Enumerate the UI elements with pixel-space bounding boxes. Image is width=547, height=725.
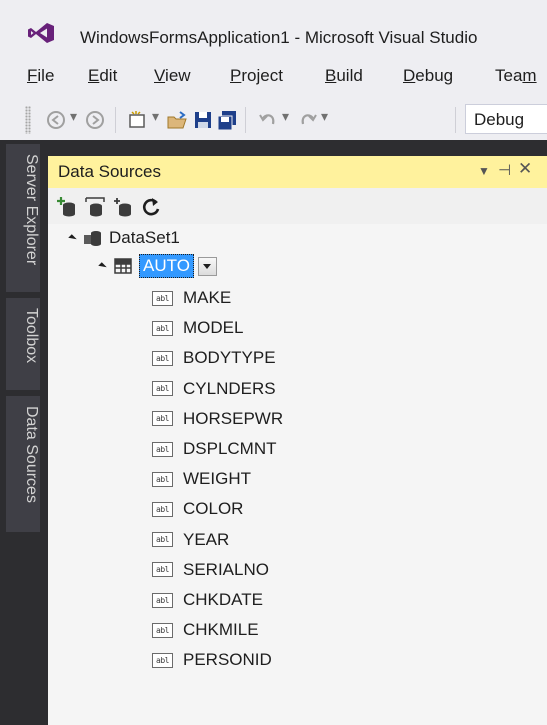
pin-icon[interactable]: ⊣ bbox=[498, 161, 511, 179]
open-file-icon[interactable] bbox=[166, 109, 188, 131]
field-label: MODEL bbox=[183, 318, 244, 338]
tree-node-table[interactable]: AUTO bbox=[98, 252, 217, 280]
field-label: DSPLCMNT bbox=[183, 439, 277, 458]
textbox-field-icon: abl bbox=[152, 501, 173, 517]
data-sources-header: Data Sources ▼ ⊣ ✕ bbox=[48, 156, 547, 188]
window-title: WindowsFormsApplication1 - Microsoft Vis… bbox=[80, 28, 478, 47]
field-label: PERSONID bbox=[183, 650, 272, 670]
save-all-icon[interactable] bbox=[216, 109, 238, 131]
forward-icon[interactable] bbox=[84, 109, 106, 131]
new-project-dropdown-icon[interactable]: ▾ bbox=[152, 108, 159, 125]
field-label: YEAR bbox=[183, 529, 230, 549]
table-label[interactable]: AUTO bbox=[139, 254, 194, 278]
menu-edit[interactable]: Edit bbox=[88, 66, 117, 86]
refresh-icon[interactable] bbox=[140, 196, 162, 218]
field-label: HORSEPWR bbox=[183, 408, 284, 428]
redo-icon[interactable] bbox=[297, 109, 319, 131]
collapse-arrow-icon[interactable] bbox=[68, 233, 77, 243]
menu-bar: File Edit View Project Build Debug Team bbox=[0, 58, 547, 100]
textbox-field-icon: abl bbox=[152, 350, 173, 366]
field-label: CHKMILE bbox=[183, 620, 259, 640]
field-label: BODYTYPE bbox=[183, 348, 276, 368]
tab-server-explorer[interactable]: Server Explorer bbox=[6, 144, 40, 292]
tree-field-item[interactable]: abl CHKMILE bbox=[152, 616, 259, 644]
toolbar-separator bbox=[455, 107, 456, 133]
add-new-data-source-icon[interactable] bbox=[56, 196, 78, 218]
tree-field-item[interactable]: abl HORSEPWR bbox=[152, 405, 283, 433]
tree-node-dataset[interactable]: DataSet1 bbox=[68, 224, 180, 252]
tree-field-item[interactable]: abl MAKE bbox=[152, 284, 231, 312]
data-sources-window: Data Sources ▼ ⊣ ✕ DataSet1 AUTO abl MAK… bbox=[48, 140, 547, 725]
title-bar: WindowsFormsApplication1 - Microsoft Vis… bbox=[0, 0, 547, 58]
textbox-field-icon: abl bbox=[152, 411, 173, 427]
field-label: COLOR bbox=[183, 499, 244, 519]
tree-field-item[interactable]: abl CHKDATE bbox=[152, 586, 263, 614]
edit-dataset-designer-icon[interactable] bbox=[84, 196, 106, 218]
collapse-arrow-icon[interactable] bbox=[98, 261, 107, 271]
redo-dropdown-icon[interactable]: ▾ bbox=[321, 108, 328, 125]
visual-studio-logo-icon bbox=[28, 23, 54, 43]
textbox-field-icon: abl bbox=[152, 471, 173, 487]
back-dropdown-icon[interactable]: ▾ bbox=[70, 108, 77, 125]
menu-team[interactable]: Team bbox=[495, 66, 537, 86]
textbox-field-icon: abl bbox=[152, 441, 173, 457]
textbox-field-icon: abl bbox=[152, 592, 173, 608]
textbox-field-icon: abl bbox=[152, 622, 173, 638]
new-project-icon[interactable] bbox=[126, 109, 148, 131]
field-label: SERIALNO bbox=[183, 559, 269, 579]
menu-file[interactable]: File bbox=[27, 66, 54, 86]
save-icon[interactable] bbox=[192, 109, 214, 131]
configure-dataset-icon[interactable] bbox=[112, 196, 134, 218]
tree-field-item[interactable]: abl COLOR bbox=[152, 495, 243, 523]
undo-dropdown-icon[interactable]: ▾ bbox=[282, 108, 289, 125]
back-icon[interactable] bbox=[45, 109, 67, 131]
textbox-field-icon: abl bbox=[152, 562, 173, 578]
textbox-field-icon: abl bbox=[152, 652, 173, 668]
textbox-field-icon: abl bbox=[152, 320, 173, 336]
field-label: WEIGHT bbox=[183, 469, 251, 489]
tab-data-sources[interactable]: Data Sources bbox=[6, 396, 40, 532]
toolbar-grip[interactable] bbox=[25, 106, 31, 134]
tab-toolbox[interactable]: Toolbox bbox=[6, 298, 40, 390]
field-label: CYLNDERS bbox=[183, 378, 276, 398]
tree-field-item[interactable]: abl BODYTYPE bbox=[152, 344, 276, 372]
tree-field-item[interactable]: abl CYLNDERS bbox=[152, 375, 276, 403]
chevron-down-icon[interactable] bbox=[197, 256, 217, 276]
dataset-icon bbox=[84, 231, 101, 246]
textbox-field-icon: abl bbox=[152, 381, 173, 397]
left-dock-strip: Server Explorer Toolbox Data Sources bbox=[0, 140, 48, 725]
tree-field-item[interactable]: abl PERSONID bbox=[152, 646, 272, 674]
tree-field-item[interactable]: abl MODEL bbox=[152, 314, 243, 342]
datagridview-icon bbox=[114, 258, 132, 274]
dataset-label: DataSet1 bbox=[109, 228, 180, 247]
tree-field-item[interactable]: abl SERIALNO bbox=[152, 556, 269, 584]
menu-view[interactable]: View bbox=[154, 66, 191, 86]
tree-field-item[interactable]: abl WEIGHT bbox=[152, 465, 251, 493]
textbox-field-icon: abl bbox=[152, 532, 173, 548]
undo-icon[interactable] bbox=[257, 109, 279, 131]
toolbar-separator bbox=[245, 107, 246, 133]
menu-debug[interactable]: Debug bbox=[403, 66, 453, 86]
textbox-field-icon: abl bbox=[152, 290, 173, 306]
data-sources-toolbar bbox=[48, 188, 547, 224]
dropdown-arrow-icon[interactable]: ▼ bbox=[478, 164, 490, 178]
field-label: CHKDATE bbox=[183, 590, 263, 609]
menu-build[interactable]: Build bbox=[325, 66, 363, 86]
tree-field-item[interactable]: abl YEAR bbox=[152, 526, 229, 554]
solution-configuration-select[interactable]: Debug bbox=[465, 104, 547, 134]
tree-field-item[interactable]: abl DSPLCMNT bbox=[152, 435, 277, 463]
menu-project[interactable]: Project bbox=[230, 66, 283, 86]
field-label: MAKE bbox=[183, 288, 232, 307]
panel-title: Data Sources bbox=[58, 162, 161, 181]
toolbar-separator bbox=[115, 107, 116, 133]
close-icon[interactable]: ✕ bbox=[518, 159, 532, 179]
